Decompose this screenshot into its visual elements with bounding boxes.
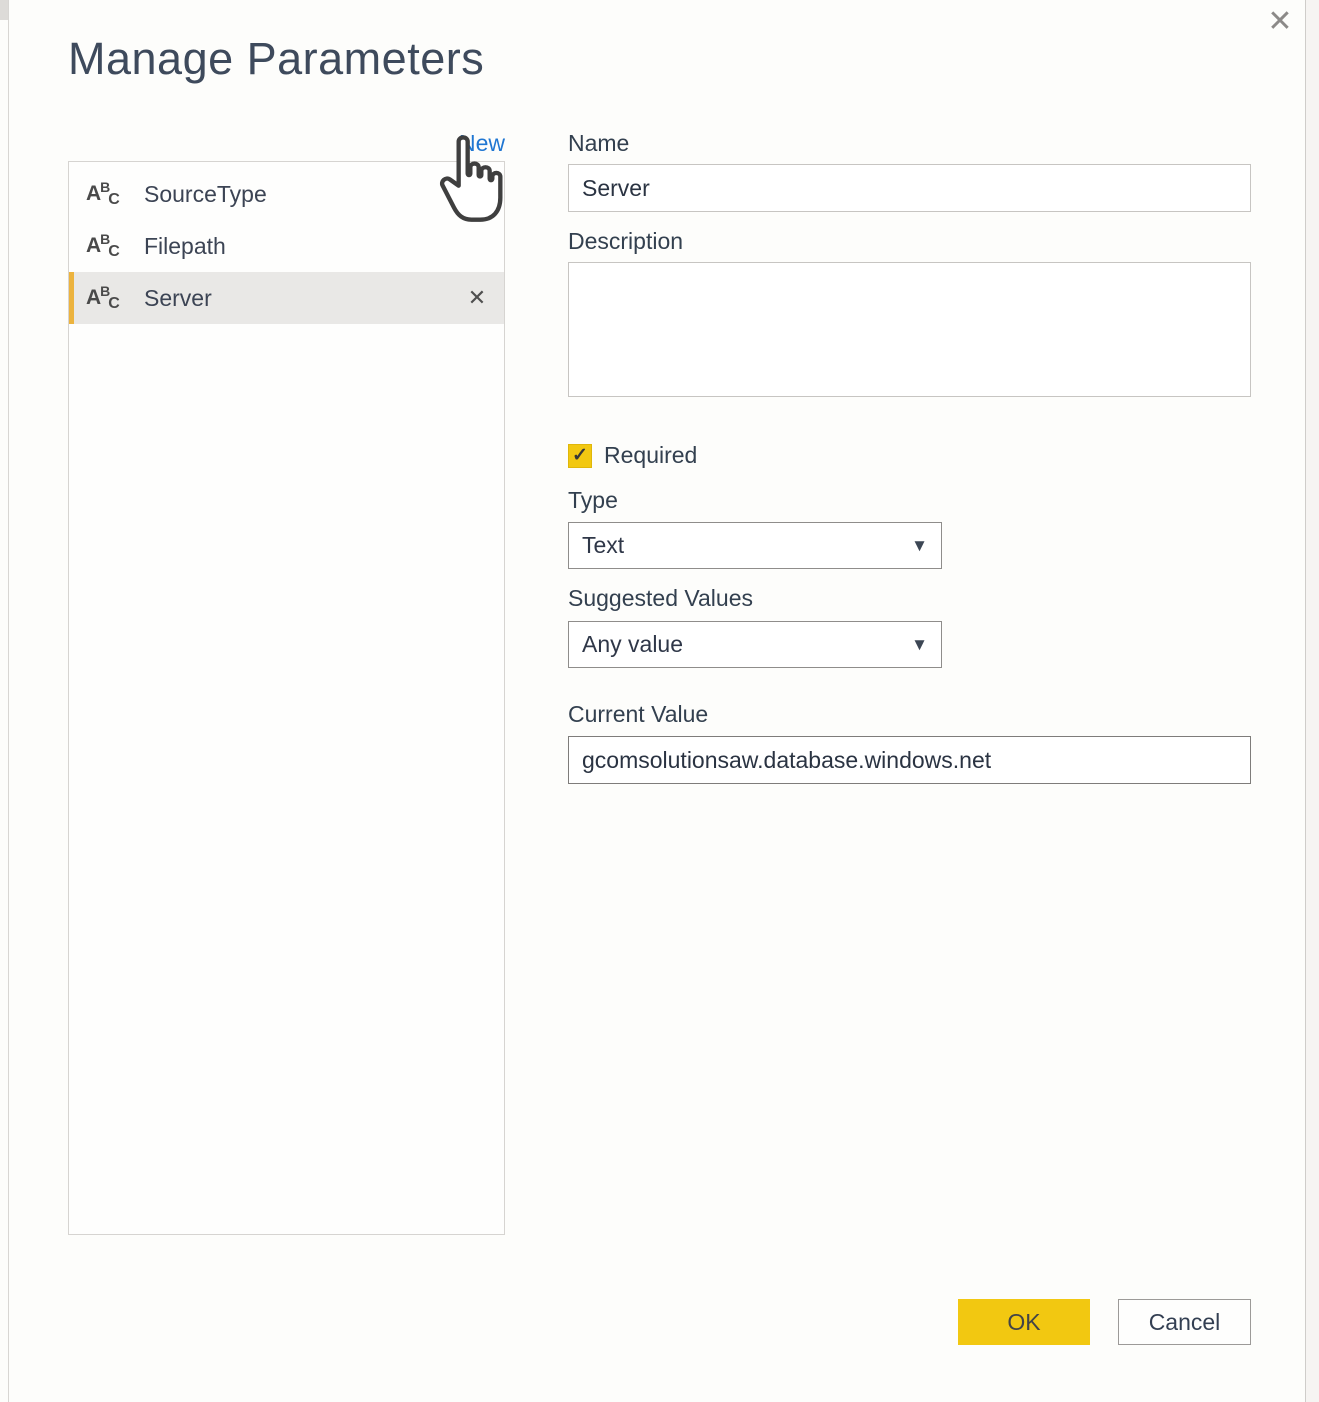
chevron-down-icon: ▼: [911, 635, 928, 655]
name-label: Name: [568, 130, 629, 157]
chevron-down-icon: ▼: [911, 536, 928, 556]
name-input[interactable]: Server: [568, 164, 1251, 212]
parameter-row-server[interactable]: ABC Server ✕: [69, 272, 504, 324]
dialog-title: Manage Parameters: [68, 33, 484, 85]
required-checkbox[interactable]: ✓: [568, 444, 592, 468]
parameter-row-filepath[interactable]: ABC Filepath: [69, 220, 504, 272]
close-icon[interactable]: ✕: [1258, 0, 1302, 44]
check-icon: ✓: [572, 444, 588, 467]
type-label: Type: [568, 487, 618, 514]
current-value-input[interactable]: gcomsolutionsaw.database.windows.net: [568, 736, 1251, 784]
ok-button[interactable]: OK: [958, 1299, 1090, 1345]
window-corner-fragment: [0, 0, 8, 20]
required-checkbox-row[interactable]: ✓ Required: [568, 442, 697, 469]
text-type-icon: ABC: [86, 182, 144, 206]
parameter-row-sourcetype[interactable]: ABC SourceType: [69, 168, 504, 220]
cancel-button[interactable]: Cancel: [1118, 1299, 1251, 1345]
parameter-name: SourceType: [144, 181, 267, 208]
suggested-values-label: Suggested Values: [568, 585, 753, 612]
text-type-icon: ABC: [86, 286, 144, 310]
current-value-label: Current Value: [568, 701, 708, 728]
dialog-right-border: [1305, 0, 1306, 1402]
dialog-left-border: [8, 0, 9, 1402]
suggested-values-dropdown[interactable]: Any value ▼: [568, 621, 942, 668]
parameter-list: ABC SourceType ABC Filepath ABC Server ✕: [68, 161, 505, 1235]
text-type-icon: ABC: [86, 234, 144, 258]
dialog-right-margin: [1306, 0, 1319, 1402]
new-parameter-link[interactable]: New: [420, 130, 505, 157]
required-label: Required: [604, 442, 697, 469]
type-dropdown-value: Text: [582, 532, 624, 559]
description-input[interactable]: [568, 262, 1251, 397]
parameter-name: Filepath: [144, 233, 226, 260]
description-label: Description: [568, 228, 683, 255]
parameter-name: Server: [144, 285, 212, 312]
delete-parameter-icon[interactable]: ✕: [462, 272, 492, 324]
suggested-values-dropdown-value: Any value: [582, 631, 683, 658]
type-dropdown[interactable]: Text ▼: [568, 522, 942, 569]
